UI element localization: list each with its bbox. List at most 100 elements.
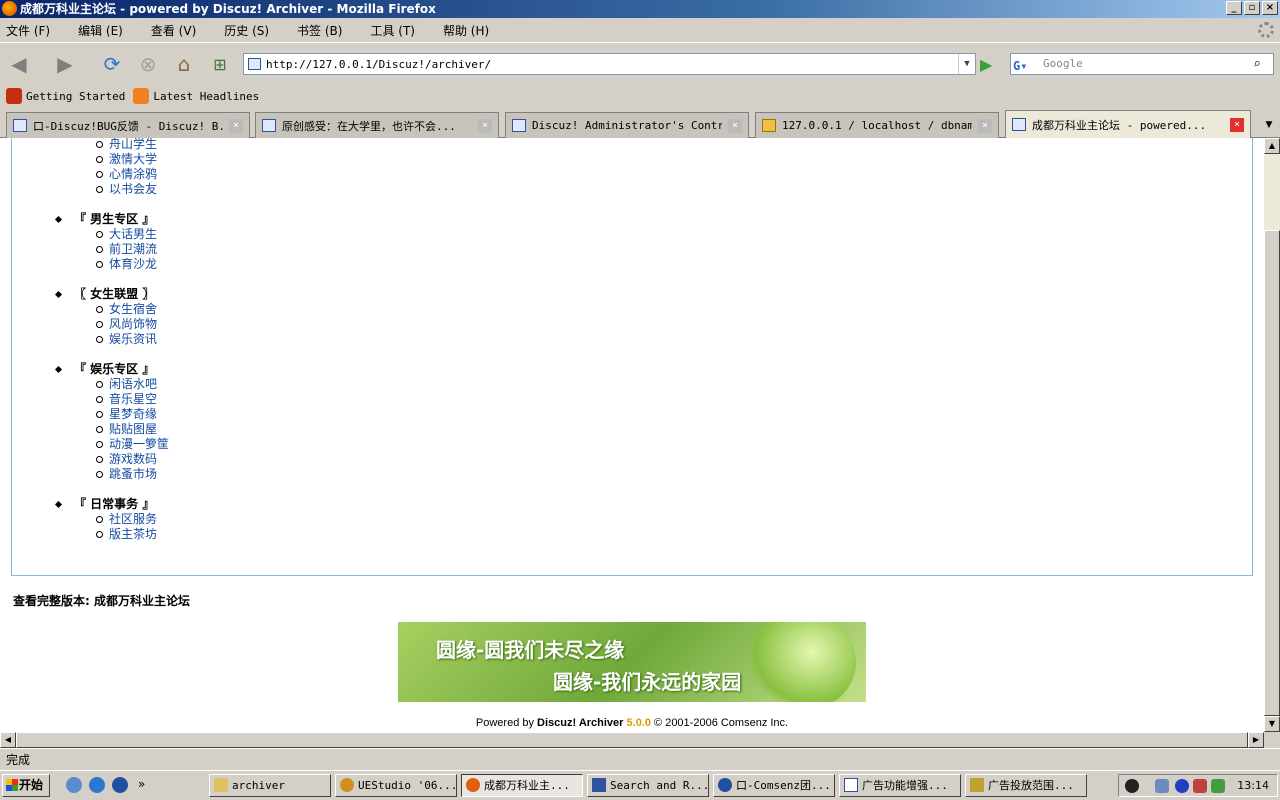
subforum-link[interactable]: 前卫潮流 [95,242,169,257]
category-name[interactable]: 〖 女生联盟 〗 [54,287,169,302]
subforum-list: 女生宿舍 风尚饰物 娱乐资讯 [54,302,169,347]
url-text[interactable]: http://127.0.0.1/Discuz!/archiver/ [266,58,491,71]
app-icon[interactable] [112,777,128,793]
subforum-link[interactable]: 大话男生 [95,227,169,242]
menu-help[interactable]: 帮助 (H) [443,22,489,39]
go-button[interactable]: ▶ [980,56,998,74]
subforum-link[interactable]: 闲语水吧 [95,377,169,392]
subforum-link[interactable]: 女生宿舍 [95,302,169,317]
task-comsenz[interactable]: 口-Comsenz团... [713,774,835,797]
subforum-list: 大话男生 前卫潮流 体育沙龙 [54,227,169,272]
tab-label: 127.0.0.1 / localhost / dbnam... [782,119,972,132]
subforum-link[interactable]: 以书会友 [95,182,169,197]
scroll-up-icon[interactable]: ▲ [1264,138,1280,154]
task-uestudio[interactable]: UEStudio '06... [335,774,457,797]
reload-button[interactable]: ⟳ [99,51,125,77]
subforum-link[interactable]: 社区服务 [95,512,169,527]
vertical-scrollbar[interactable]: ▲ ▼ [1264,138,1280,732]
category-name[interactable]: 『 男生专区 』 [54,212,169,227]
subforum-link[interactable]: 娱乐资讯 [95,332,169,347]
close-button[interactable]: × [1262,1,1278,15]
tab-discuz-admin[interactable]: Discuz! Administrator's Contr... × [505,112,749,138]
subforum-link[interactable]: 舟山学生 [95,138,169,152]
forward-button[interactable]: ▶ [52,51,78,77]
ime-icon[interactable] [1175,779,1189,793]
category-name[interactable]: 『 娱乐专区 』 [54,362,169,377]
powered-suffix[interactable]: © 2001-2006 Comsenz Inc. [651,717,788,729]
back-button[interactable]: ◀ [6,51,32,77]
close-tab-icon[interactable]: × [1230,117,1244,132]
desktop-icon[interactable] [66,777,82,793]
qq-icon[interactable] [1125,779,1139,793]
bookmark-getting-started[interactable]: Getting Started [6,88,125,104]
task-ad-enhance[interactable]: 广告功能增强... [839,774,961,797]
google-icon[interactable]: G▾ [1013,56,1039,73]
full-version-link[interactable]: 查看完整版本: 成都万科业主论坛 [13,592,190,609]
maximize-button[interactable]: ▫ [1244,1,1260,15]
document-icon [844,778,858,792]
start-button[interactable]: 开始 [2,774,50,797]
phpmyadmin-icon [762,119,776,132]
task-label: Search and R... [610,779,709,792]
subforum-link[interactable]: 风尚饰物 [95,317,169,332]
throbber-icon [1258,22,1274,38]
subforum-link[interactable]: 激情大学 [95,152,169,167]
close-tab-icon[interactable]: × [229,118,243,133]
powered-prefix: Powered by [475,717,538,729]
tab-discuz-bug[interactable]: 口-Discuz!BUG反馈 - Discuz! B... × [6,112,250,138]
powered-brand-link[interactable]: Discuz! Archiver [537,717,623,729]
subforum-link[interactable]: 游戏数码 [95,452,169,467]
subforum-link[interactable]: 体育沙龙 [95,257,169,272]
menu-file[interactable]: 文件 (F) [6,22,50,39]
subforum-link[interactable]: 心情涂鸦 [95,167,169,182]
close-tab-icon[interactable]: × [728,118,742,133]
antivirus-icon[interactable] [1193,779,1207,793]
task-archiver[interactable]: archiver [209,774,331,797]
scroll-left-icon[interactable]: ◀ [0,732,16,748]
vertical-scroll-thumb[interactable] [1264,230,1280,716]
url-dropdown-icon[interactable]: ▼ [958,54,975,74]
search-icon[interactable]: ⌕ [1253,55,1271,73]
search-input[interactable]: G▾ Google ⌕ [1010,53,1274,75]
binoculars-icon [592,778,606,792]
menu-history[interactable]: 历史 (S) [224,22,269,39]
security-icon[interactable] [1211,779,1225,793]
menu-tools[interactable]: 工具 (T) [370,22,415,39]
url-bar[interactable]: http://127.0.0.1/Discuz!/archiver/ ▼ [243,53,976,75]
scroll-right-icon[interactable]: ▶ [1248,732,1264,748]
tab-original-feeling[interactable]: 原创感受：在大学里，也许不会... × [255,112,499,138]
network-icon[interactable] [1155,779,1169,793]
tab-label: 口-Discuz!BUG反馈 - Discuz! B... [33,119,223,133]
new-tab-button[interactable]: ⊞ [207,51,233,77]
menu-view[interactable]: 查看 (V) [151,22,196,39]
menu-edit[interactable]: 编辑 (E) [78,22,123,39]
category-name[interactable]: 『 日常事务 』 [54,497,169,512]
scroll-down-icon[interactable]: ▼ [1264,716,1280,732]
home-button[interactable]: ⌂ [171,51,197,77]
tab-list-chevron-down-icon[interactable]: ▼ [1260,114,1278,136]
close-tab-icon[interactable]: × [978,118,992,133]
subforum-link[interactable]: 星梦奇缘 [95,407,169,422]
minimize-button[interactable]: _ [1226,1,1242,15]
task-firefox[interactable]: 成都万科业主... [461,774,583,797]
close-tab-icon[interactable]: × [478,118,492,133]
task-search-replace[interactable]: Search and R... [587,774,709,797]
clock: 13:14 [1237,779,1269,792]
task-ad-range[interactable]: 广告投放范围... [965,774,1087,797]
stop-button[interactable]: ⊗ [135,51,161,77]
subforum-link[interactable]: 动漫一箩筐 [95,437,169,452]
tab-chengdu-forum[interactable]: 成都万科业主论坛 - powered... × [1005,110,1251,138]
bookmark-latest-headlines[interactable]: Latest Headlines [133,88,259,104]
horizontal-scroll-thumb[interactable] [16,732,1248,748]
horizontal-scrollbar[interactable]: ◀ ▶ [0,732,1264,748]
subforum-link[interactable]: 音乐星空 [95,392,169,407]
editor-icon [970,778,984,792]
tab-phpmyadmin[interactable]: 127.0.0.1 / localhost / dbnam... × [755,112,999,138]
subforum-link[interactable]: 贴贴图屋 [95,422,169,437]
bookmark-label: Latest Headlines [153,89,260,103]
menu-bookmarks[interactable]: 书签 (B) [297,22,342,39]
ie-icon[interactable] [89,777,105,793]
subforum-link[interactable]: 跳蚤市场 [95,467,169,482]
more-quicklaunch-icon[interactable]: » [138,777,145,791]
subforum-link[interactable]: 版主茶坊 [95,527,169,542]
